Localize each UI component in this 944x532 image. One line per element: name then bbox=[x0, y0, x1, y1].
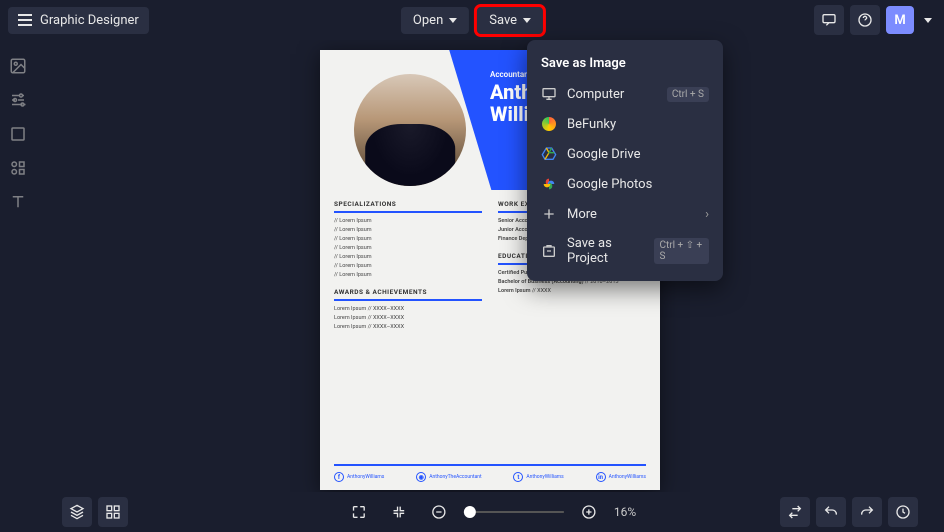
gdrive-icon bbox=[541, 146, 557, 162]
zoom-in-button[interactable] bbox=[574, 497, 604, 527]
fit-button[interactable] bbox=[384, 497, 414, 527]
zoom-handle[interactable] bbox=[464, 506, 476, 518]
chat-icon bbox=[821, 12, 837, 28]
redo-icon bbox=[859, 504, 875, 520]
shapes-tool-icon[interactable] bbox=[8, 124, 28, 144]
fullscreen-button[interactable] bbox=[344, 497, 374, 527]
swap-icon bbox=[787, 504, 803, 520]
befunky-icon bbox=[541, 116, 557, 132]
zoom-out-button[interactable] bbox=[424, 497, 454, 527]
chevron-down-icon bbox=[523, 18, 531, 23]
save-menu-item[interactable]: BeFunky bbox=[527, 109, 723, 139]
app-title: Graphic Designer bbox=[40, 13, 139, 28]
expand-icon bbox=[351, 504, 367, 520]
help-icon bbox=[857, 12, 873, 28]
bottom-bar: 16% bbox=[36, 492, 944, 532]
save-dropdown: Save as Image ComputerCtrl + SBeFunkyGoo… bbox=[527, 40, 723, 281]
history-icon bbox=[895, 504, 911, 520]
dropdown-header: Save as Image bbox=[527, 48, 723, 79]
avatar[interactable]: M bbox=[886, 6, 914, 34]
plus-icon bbox=[541, 206, 557, 222]
compare-button[interactable] bbox=[780, 497, 810, 527]
project-icon bbox=[541, 243, 557, 259]
profile-photo bbox=[350, 70, 470, 190]
feedback-button[interactable] bbox=[814, 5, 844, 35]
chevron-down-icon bbox=[449, 18, 457, 23]
history-button[interactable] bbox=[888, 497, 918, 527]
save-menu-item[interactable]: More› bbox=[527, 199, 723, 229]
adjust-tool-icon[interactable] bbox=[8, 90, 28, 110]
undo-button[interactable] bbox=[816, 497, 846, 527]
grid-button[interactable] bbox=[98, 497, 128, 527]
zoom-slider[interactable] bbox=[464, 511, 564, 513]
app-menu-button[interactable]: Graphic Designer bbox=[8, 7, 149, 34]
hamburger-icon bbox=[18, 14, 32, 26]
save-menu-item[interactable]: Save as ProjectCtrl + ⇧ + S bbox=[527, 229, 723, 273]
text-tool-icon[interactable] bbox=[8, 192, 28, 212]
help-button[interactable] bbox=[850, 5, 880, 35]
plus-circle-icon bbox=[581, 504, 597, 520]
elements-tool-icon[interactable] bbox=[8, 158, 28, 178]
minus-circle-icon bbox=[431, 504, 447, 520]
grid-icon bbox=[105, 504, 121, 520]
canvas-area[interactable]: Accountant AnthonyWilliams // www.anthon… bbox=[36, 40, 944, 492]
layers-icon bbox=[69, 504, 85, 520]
save-menu-item[interactable]: ComputerCtrl + S bbox=[527, 79, 723, 109]
top-bar: Graphic Designer Open Save M bbox=[0, 0, 944, 40]
save-menu-item[interactable]: Google Drive bbox=[527, 139, 723, 169]
image-tool-icon[interactable] bbox=[8, 56, 28, 76]
left-sidebar bbox=[0, 40, 36, 212]
undo-icon bbox=[823, 504, 839, 520]
collapse-icon bbox=[391, 504, 407, 520]
computer-icon bbox=[541, 86, 557, 102]
gphotos-icon bbox=[541, 176, 557, 192]
layers-button[interactable] bbox=[62, 497, 92, 527]
redo-button[interactable] bbox=[852, 497, 882, 527]
chevron-down-icon[interactable] bbox=[924, 18, 932, 23]
save-button[interactable]: Save bbox=[477, 7, 543, 34]
open-button[interactable]: Open bbox=[401, 7, 469, 34]
save-menu-item[interactable]: Google Photos bbox=[527, 169, 723, 199]
zoom-percent: 16% bbox=[614, 505, 636, 519]
chevron-right-icon: › bbox=[705, 207, 709, 222]
